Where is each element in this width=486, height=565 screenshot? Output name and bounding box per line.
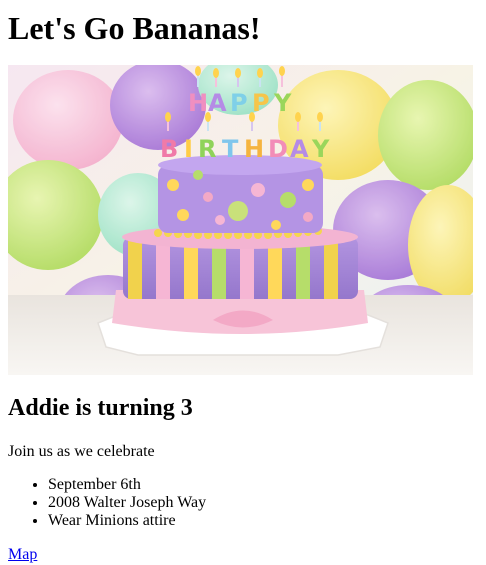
topper-r: R xyxy=(198,135,216,163)
topper-h: H xyxy=(188,89,208,117)
page-title: Let's Go Bananas! xyxy=(8,10,261,46)
topper-h2: H xyxy=(244,135,264,163)
birthday-cake-image: H A P P Y B I R T H D A Y xyxy=(8,65,473,375)
detail-date: September 6th xyxy=(48,476,206,494)
topper-a2: A xyxy=(290,135,309,163)
topper-a: A xyxy=(208,89,227,117)
topper-d: D xyxy=(268,135,288,163)
event-details-list: September 6th 2008 Walter Joseph Way Wea… xyxy=(8,476,206,530)
cake-illustration: H A P P Y B I R T H D A Y xyxy=(8,65,473,375)
topper-y2: Y xyxy=(311,135,330,163)
topper-i: I xyxy=(184,135,193,163)
topper-b: B xyxy=(160,135,178,163)
detail-address: 2008 Walter Joseph Way xyxy=(48,494,206,512)
topper-p1: P xyxy=(230,89,248,117)
topper-t: T xyxy=(222,135,239,163)
topper-y: Y xyxy=(273,89,292,117)
event-intro: Join us as we celebrate xyxy=(8,443,155,460)
event-heading: Addie is turning 3 xyxy=(8,395,193,421)
detail-dress-code: Wear Minions attire xyxy=(48,512,206,530)
topper-p2: P xyxy=(252,89,270,117)
map-link[interactable]: Map xyxy=(8,546,37,564)
